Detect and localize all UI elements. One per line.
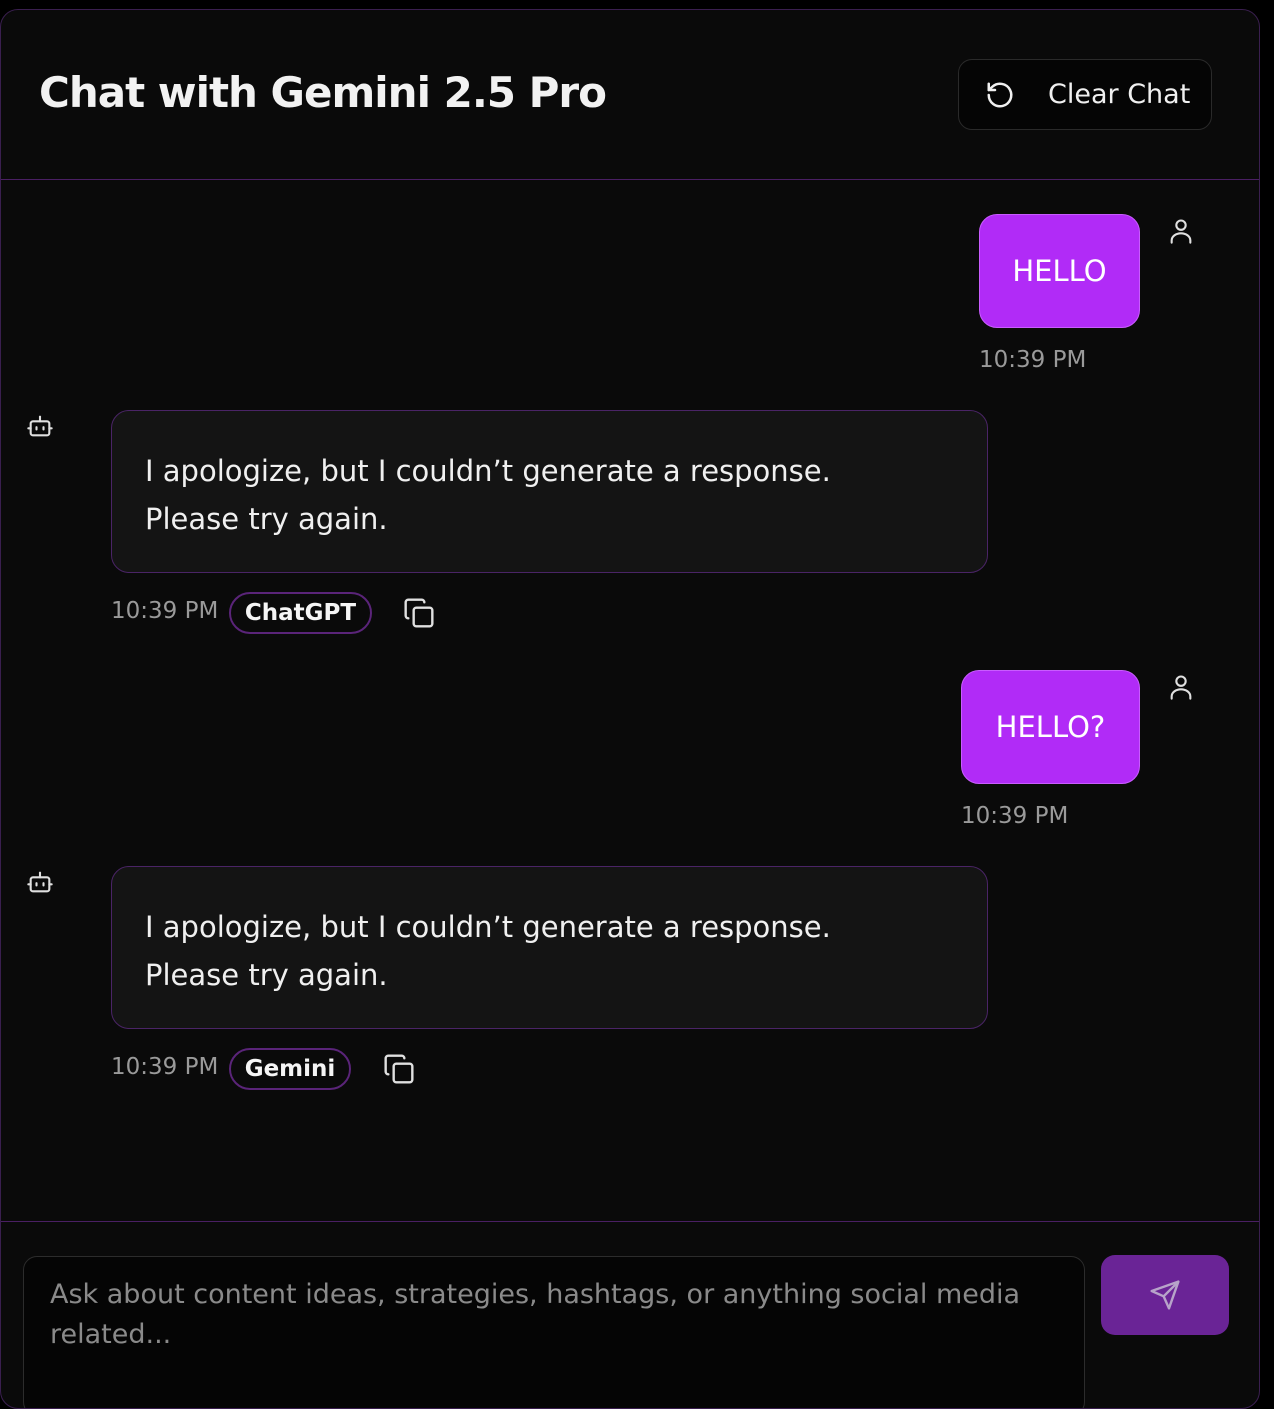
model-badge: Gemini: [229, 1048, 351, 1090]
page-title: Chat with Gemini 2.5 Pro: [39, 68, 607, 117]
assistant-message-line: Please try again.: [145, 502, 388, 536]
composer: Ask about content ideas, strategies, has…: [1, 1221, 1259, 1408]
assistant-message-line: I apologize, but I couldn’t generate a r…: [145, 454, 831, 488]
user-message-bubble: HELLO: [979, 214, 1140, 328]
refresh-icon: [987, 82, 1013, 108]
user-message-bubble: HELLO?: [961, 670, 1140, 784]
chat-panel: Chat with Gemini 2.5 Pro Clear Chat HELL…: [0, 9, 1260, 1409]
bot-avatar-icon: [27, 415, 53, 437]
message-timestamp: 10:39 PM: [979, 347, 1087, 373]
clear-chat-button[interactable]: Clear Chat: [958, 59, 1212, 130]
send-icon: [1150, 1280, 1180, 1310]
send-button[interactable]: [1101, 1255, 1229, 1335]
assistant-message-line: Please try again.: [145, 958, 388, 992]
copy-icon[interactable]: [383, 1053, 415, 1085]
message-timestamp: 10:39 PM: [111, 1054, 219, 1080]
assistant-message-bubble: I apologize, but I couldn’t generate a r…: [111, 866, 988, 1029]
message-input[interactable]: Ask about content ideas, strategies, has…: [23, 1256, 1085, 1408]
bot-avatar-icon: [27, 871, 53, 893]
assistant-message-bubble: I apologize, but I couldn’t generate a r…: [111, 410, 988, 573]
chat-header: Chat with Gemini 2.5 Pro Clear Chat: [1, 10, 1259, 180]
model-badge: ChatGPT: [229, 592, 372, 634]
message-timestamp: 10:39 PM: [961, 803, 1069, 829]
clear-chat-label: Clear Chat: [1048, 79, 1191, 110]
user-avatar-icon: [1170, 219, 1192, 244]
assistant-message-line: I apologize, but I couldn’t generate a r…: [145, 910, 831, 944]
message-timestamp: 10:39 PM: [111, 598, 219, 624]
copy-icon[interactable]: [403, 597, 435, 629]
user-avatar-icon: [1170, 675, 1192, 700]
message-list[interactable]: HELLO 10:39 PM I apologize, but I couldn…: [1, 181, 1259, 1221]
